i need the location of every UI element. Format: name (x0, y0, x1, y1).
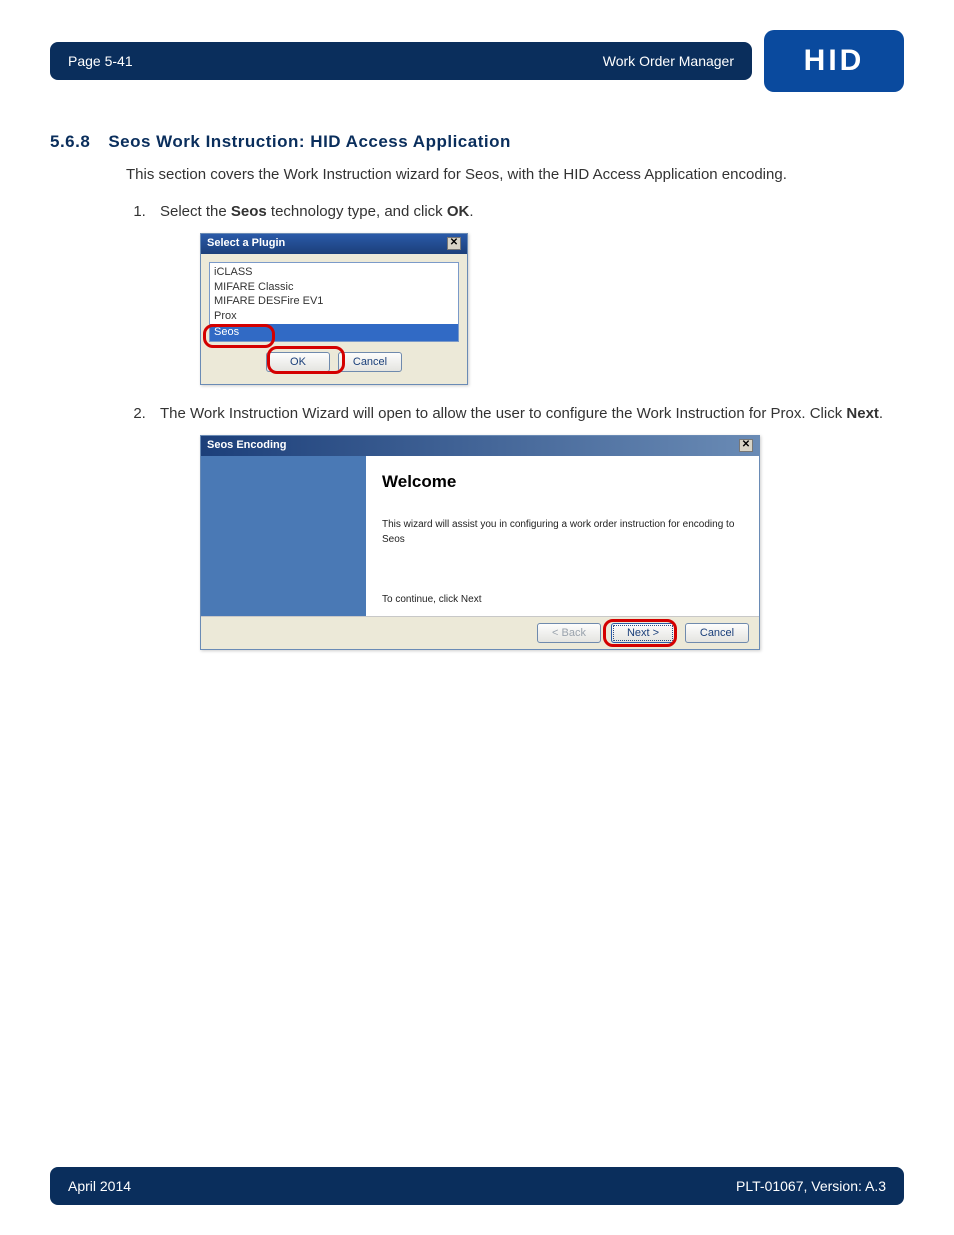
dialog1-titlebar: Select a Plugin ✕ (201, 234, 467, 254)
back-button: < Back (537, 623, 601, 643)
doc-title: Work Order Manager (603, 53, 734, 69)
step1-text-b: technology type, and click (267, 203, 447, 220)
select-plugin-dialog: Select a Plugin ✕ iCLASS MIFARE Classic … (200, 233, 468, 385)
dialog2-title: Seos Encoding (207, 438, 286, 454)
step2-text-b: . (879, 405, 883, 422)
section-number: 5.6.8 (50, 132, 90, 152)
page-number: Page 5-41 (68, 53, 133, 69)
list-item[interactable]: Prox (214, 309, 454, 324)
step-1: Select the Seos technology type, and cli… (150, 201, 904, 385)
page-header: Page 5-41 Work Order Manager HID (50, 30, 904, 92)
wizard-side-panel (201, 456, 366, 616)
section-heading: 5.6.8 Seos Work Instruction: HID Access … (50, 132, 904, 152)
dialog2-titlebar: Seos Encoding ✕ (201, 436, 759, 456)
close-icon[interactable]: ✕ (739, 439, 753, 452)
wizard-continue-hint: To continue, click Next (382, 593, 743, 608)
header-bar: Page 5-41 Work Order Manager (50, 42, 752, 80)
section-intro: This section covers the Work Instruction… (126, 166, 904, 183)
footer-date: April 2014 (68, 1178, 131, 1194)
dialog1-title: Select a Plugin (207, 236, 285, 252)
step1-bold-seos: Seos (231, 203, 267, 220)
list-item[interactable]: iCLASS (214, 265, 454, 280)
list-item-selected[interactable]: Seos (210, 324, 458, 341)
list-item[interactable]: MIFARE DESFire EV1 (214, 294, 454, 309)
plugin-listbox[interactable]: iCLASS MIFARE Classic MIFARE DESFire EV1… (209, 262, 459, 342)
close-icon[interactable]: ✕ (447, 237, 461, 250)
step-2: The Work Instruction Wizard will open to… (150, 403, 904, 650)
step2-bold-next: Next (846, 405, 879, 422)
step1-bold-ok: OK (447, 203, 470, 220)
cancel-button[interactable]: Cancel (685, 623, 749, 643)
footer-version: PLT-01067, Version: A.3 (736, 1178, 886, 1194)
page-footer: April 2014 PLT-01067, Version: A.3 (50, 1167, 904, 1205)
wizard-heading: Welcome (382, 470, 743, 495)
section-title: Seos Work Instruction: HID Access Applic… (108, 132, 511, 152)
hid-logo: HID (764, 30, 904, 92)
wizard-description: This wizard will assist you in configuri… (382, 518, 743, 547)
ok-button[interactable]: OK (266, 352, 330, 372)
list-item[interactable]: MIFARE Classic (214, 280, 454, 295)
step2-text-a: The Work Instruction Wizard will open to… (160, 405, 846, 422)
step1-text-a: Select the (160, 203, 231, 220)
step1-text-c: . (469, 203, 473, 220)
seos-encoding-wizard: Seos Encoding ✕ Welcome This wizard will… (200, 435, 760, 650)
cancel-button[interactable]: Cancel (338, 352, 402, 372)
next-button[interactable]: Next > (611, 623, 675, 643)
